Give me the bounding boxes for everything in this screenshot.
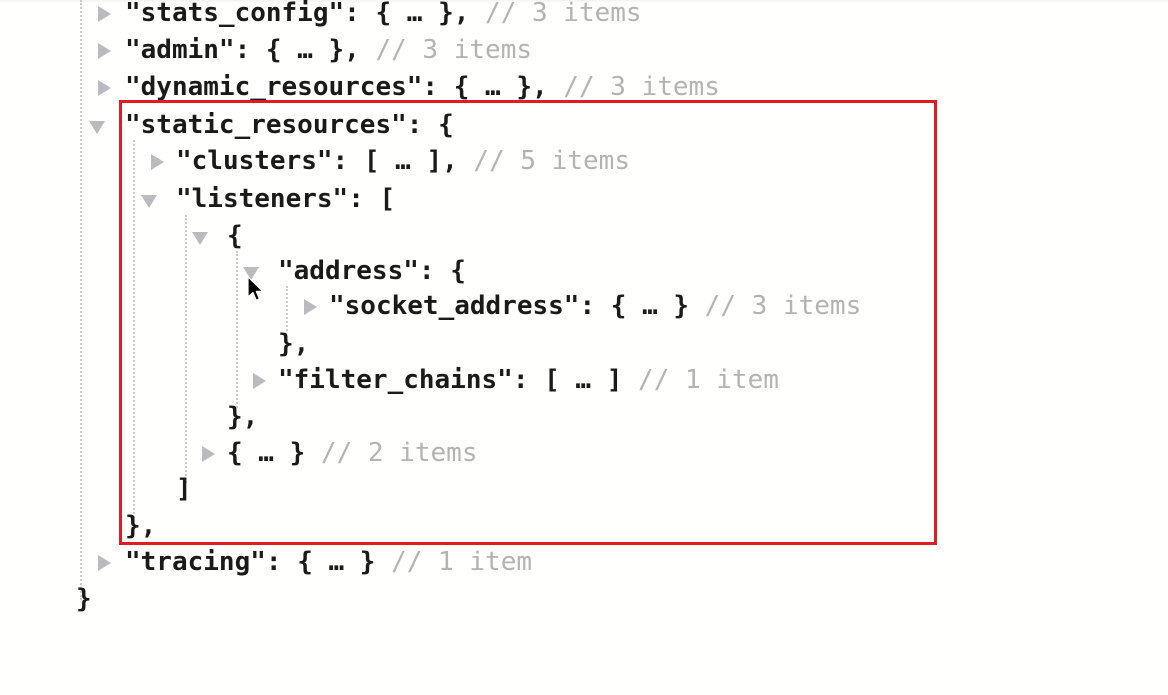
json-value: : { … }, bbox=[344, 0, 470, 28]
json-value: : { … }, bbox=[422, 72, 548, 102]
json-value: : [ … ], bbox=[332, 146, 458, 176]
line-dynamic-resources[interactable]: "dynamic_resources": { … }, // 3 items bbox=[0, 69, 1168, 106]
expand-triangle-icon[interactable] bbox=[304, 299, 317, 315]
expand-triangle-icon[interactable] bbox=[151, 154, 164, 170]
item-count-comment: // 1 item bbox=[622, 365, 779, 395]
json-value: { … } bbox=[227, 438, 306, 468]
collapse-triangle-icon[interactable] bbox=[192, 232, 208, 245]
item-count-comment: // 3 items bbox=[359, 35, 532, 65]
json-value: }, bbox=[227, 402, 259, 432]
line-tracing[interactable]: "tracing": { … } // 1 item bbox=[0, 544, 1168, 581]
json-value: } bbox=[76, 584, 92, 614]
item-count-comment: // 3 items bbox=[469, 0, 642, 28]
line-address-close[interactable]: }, bbox=[0, 326, 1168, 363]
expand-triangle-icon[interactable] bbox=[98, 43, 111, 59]
item-count-comment: // 2 items bbox=[305, 438, 478, 468]
json-key: "listeners" bbox=[176, 184, 349, 214]
collapse-triangle-icon[interactable] bbox=[141, 195, 157, 208]
json-value: : [ … ] bbox=[512, 365, 623, 395]
json-key: "static_resources" bbox=[125, 110, 407, 140]
item-count-comment: // 5 items bbox=[457, 146, 630, 176]
line-address[interactable]: "address": { bbox=[0, 253, 1168, 290]
json-key: "admin" bbox=[125, 35, 235, 65]
line-listener-obj-open[interactable]: { bbox=[0, 218, 1168, 255]
json-tree-viewer[interactable]: "stats_config": { … }, // 3 items "admin"… bbox=[0, 0, 1168, 695]
line-listener-collapsed[interactable]: { … } // 2 items bbox=[0, 435, 1168, 472]
json-value: : { … } bbox=[265, 547, 376, 577]
item-count-comment: // 1 item bbox=[375, 547, 533, 577]
json-key: "address" bbox=[278, 256, 419, 286]
expand-triangle-icon[interactable] bbox=[98, 555, 111, 571]
json-key: "socket_address" bbox=[329, 291, 580, 321]
collapse-triangle-icon[interactable] bbox=[243, 267, 259, 280]
json-value: : { … }, bbox=[234, 35, 360, 65]
expand-triangle-icon[interactable] bbox=[98, 6, 111, 22]
item-count-comment: // 3 items bbox=[547, 72, 720, 102]
expand-triangle-icon[interactable] bbox=[98, 80, 111, 96]
line-listeners[interactable]: "listeners": [ bbox=[0, 181, 1168, 218]
line-static-resources-close[interactable]: }, bbox=[0, 508, 1168, 545]
line-static-resources[interactable]: "static_resources": { bbox=[0, 107, 1168, 144]
json-key: "filter_chains" bbox=[278, 365, 513, 395]
json-value: : [ bbox=[348, 184, 396, 214]
line-clusters[interactable]: "clusters": [ … ], // 5 items bbox=[0, 143, 1168, 180]
json-value: }, bbox=[125, 511, 157, 541]
line-stats-config[interactable]: "stats_config": { … }, // 3 items bbox=[0, 0, 1168, 32]
expand-triangle-icon[interactable] bbox=[253, 373, 266, 389]
json-key: "stats_config" bbox=[125, 0, 345, 28]
json-value: : { bbox=[406, 110, 454, 140]
collapse-triangle-icon[interactable] bbox=[89, 121, 105, 134]
line-listeners-close[interactable]: ] bbox=[0, 471, 1168, 508]
json-key: "tracing" bbox=[125, 547, 266, 577]
line-listener-obj-close[interactable]: }, bbox=[0, 399, 1168, 436]
json-value: ] bbox=[176, 474, 192, 504]
json-value: : { bbox=[418, 256, 466, 286]
json-value: { bbox=[227, 221, 243, 251]
line-root-close[interactable]: } bbox=[0, 581, 1168, 618]
expand-triangle-icon[interactable] bbox=[202, 446, 215, 462]
json-value: : { … } bbox=[579, 291, 690, 321]
item-count-comment: // 3 items bbox=[689, 291, 862, 321]
json-value: }, bbox=[278, 329, 310, 359]
line-admin[interactable]: "admin": { … }, // 3 items bbox=[0, 32, 1168, 69]
json-key: "dynamic_resources" bbox=[125, 72, 423, 102]
line-filter-chains[interactable]: "filter_chains": [ … ] // 1 item bbox=[0, 362, 1168, 399]
line-socket-address[interactable]: "socket_address": { … } // 3 items bbox=[0, 288, 1168, 325]
json-key: "clusters" bbox=[176, 146, 333, 176]
